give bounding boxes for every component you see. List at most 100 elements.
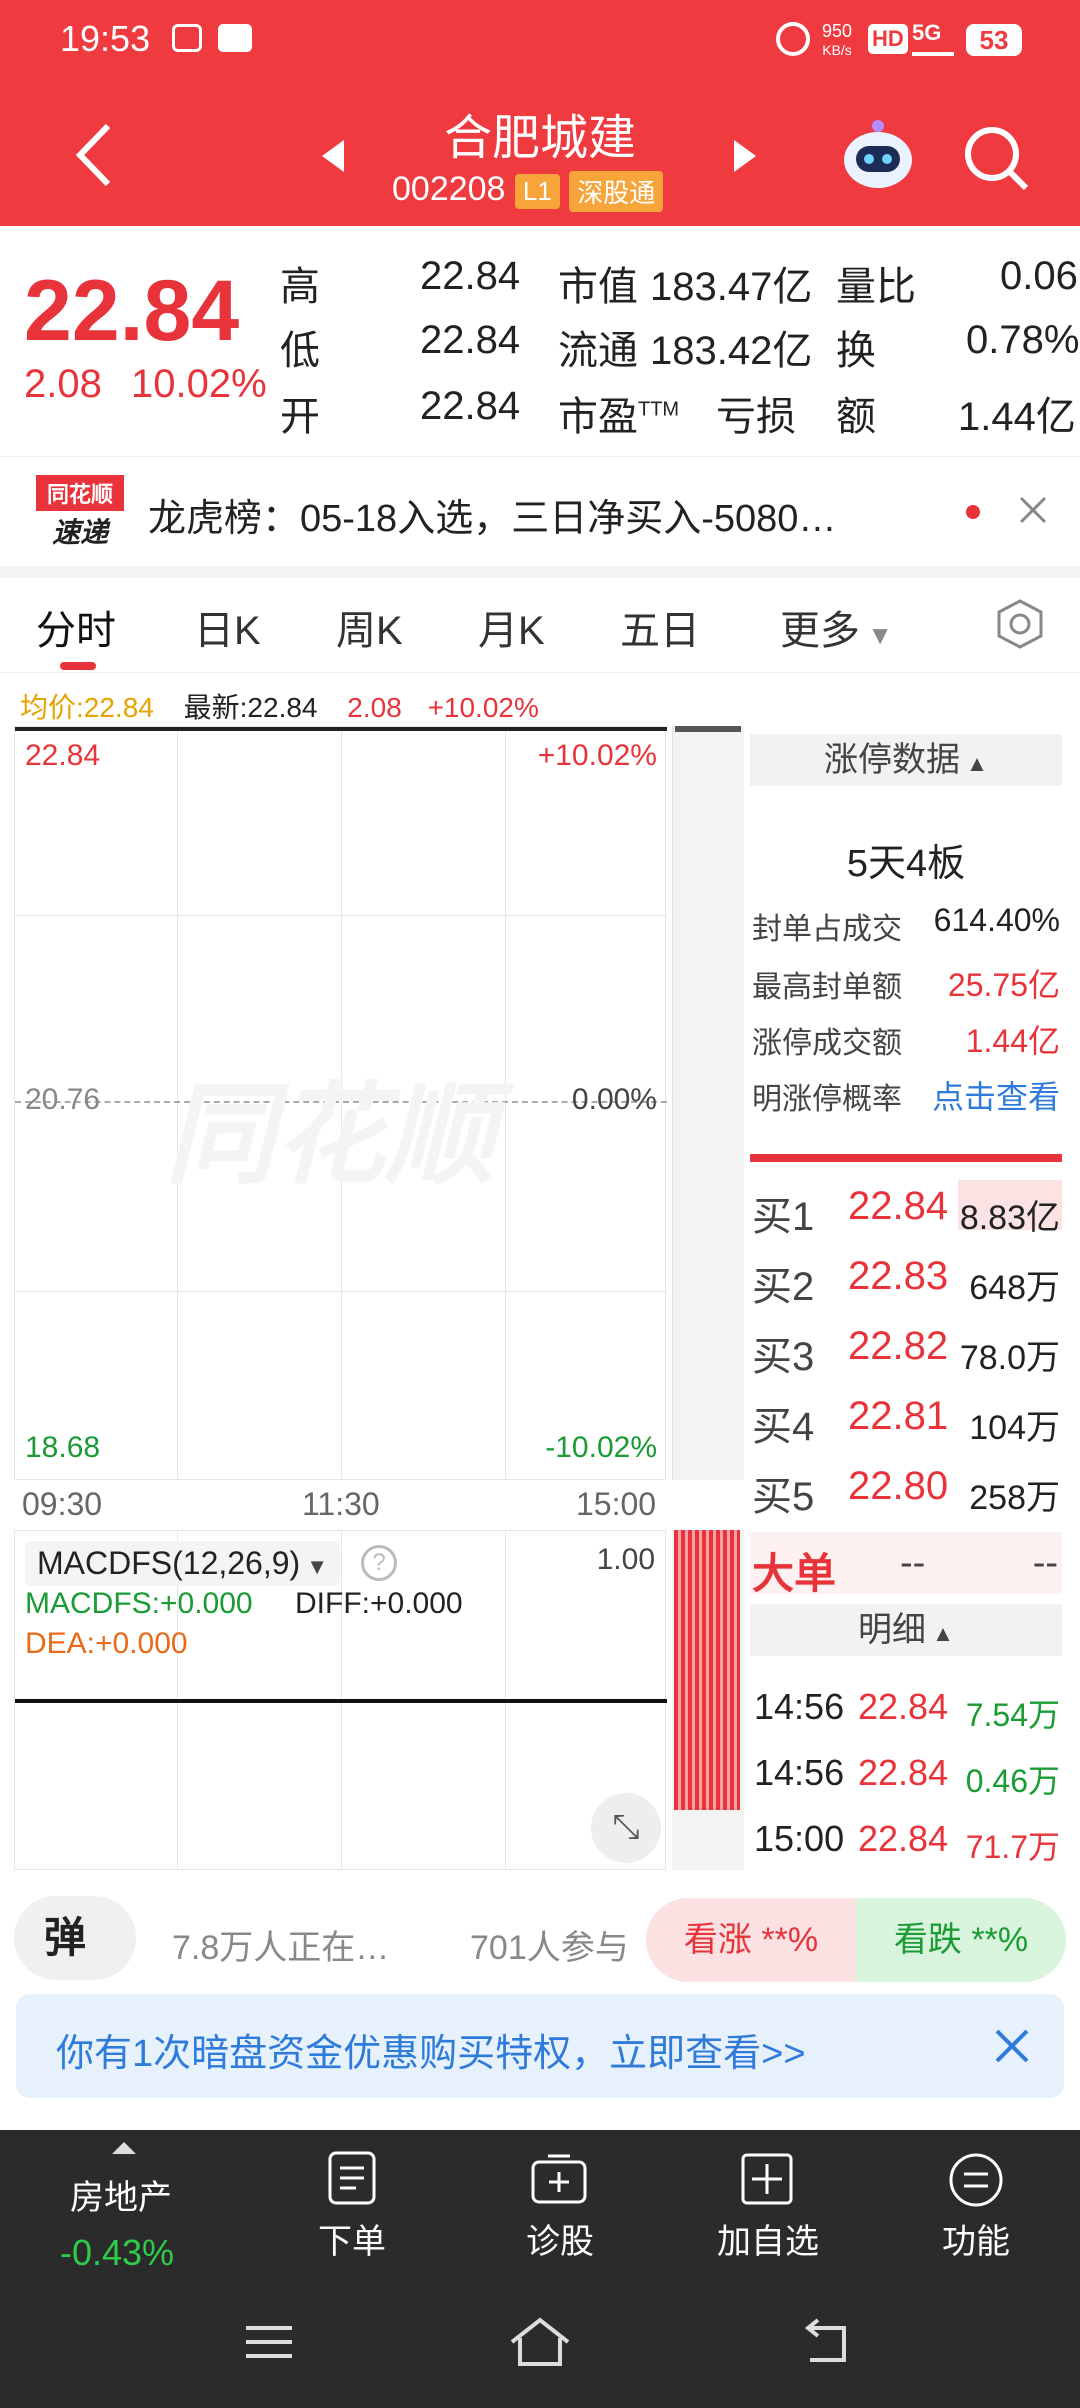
news-logo-top: 同花顺 bbox=[36, 475, 124, 511]
vote-up-button[interactable]: 看涨 **% bbox=[646, 1898, 856, 1982]
bid-price: 22.83 bbox=[848, 1254, 949, 1298]
trade-time: 14:56 bbox=[754, 1686, 845, 1727]
tab-five-day[interactable]: 五日 bbox=[620, 598, 700, 656]
back-nav-icon[interactable] bbox=[800, 2318, 852, 2366]
view-probability-link[interactable]: 点击查看 bbox=[932, 1072, 1060, 1118]
bid-price: 22.80 bbox=[848, 1464, 949, 1508]
axis-top-price: 22.84 bbox=[25, 739, 101, 772]
trade-volume: 7.54万 bbox=[965, 1697, 1060, 1733]
big-order-row: 大单 -- -- bbox=[750, 1532, 1062, 1597]
nav-diagnose[interactable]: 诊股 bbox=[498, 2214, 622, 2263]
connect-badge: 深股通 bbox=[569, 170, 664, 212]
latest-price-label: 最新:22.84 bbox=[183, 692, 318, 723]
dea-value: DEA:+0.000 bbox=[25, 1627, 188, 1660]
close-icon[interactable] bbox=[1018, 495, 1048, 525]
viewers-count: 7.8万人正在… bbox=[172, 1929, 390, 1967]
macdfs-value: MACDFS:+0.000 bbox=[25, 1587, 253, 1620]
limit-title: 涨停数据 bbox=[824, 741, 961, 779]
signal-icon bbox=[912, 42, 954, 56]
float-value: 183.42亿 bbox=[650, 329, 813, 373]
vote-down-button[interactable]: 看跌 **% bbox=[856, 1898, 1066, 1982]
big-order-label: 大单 bbox=[752, 1550, 837, 1597]
news-logo-bottom: 速递 bbox=[51, 517, 108, 548]
amount-label: 额 bbox=[836, 395, 876, 439]
trade-volume: 0.46万 bbox=[965, 1763, 1060, 1799]
bid-label: 买5 bbox=[752, 1475, 815, 1519]
limit-row-label: 明涨停概率 bbox=[752, 1083, 902, 1116]
help-icon[interactable]: ? bbox=[361, 1545, 397, 1581]
axis-top-pct: +10.02% bbox=[537, 739, 657, 772]
nav-function[interactable]: 功能 bbox=[914, 2214, 1038, 2263]
expand-icon[interactable]: ⤡ bbox=[591, 1793, 661, 1863]
tab-intraday[interactable]: 分时 bbox=[36, 598, 116, 656]
bid-volume: 258万 bbox=[969, 1479, 1060, 1517]
search-icon[interactable] bbox=[962, 124, 1032, 194]
bid-price: 22.82 bbox=[848, 1324, 949, 1368]
nav-order[interactable]: 下单 bbox=[290, 2214, 414, 2263]
sector-change: -0.43% bbox=[60, 2232, 175, 2273]
price-change: 2.08 bbox=[24, 362, 102, 406]
home-icon[interactable] bbox=[508, 2316, 572, 2368]
pe-label-text: 市盈 bbox=[558, 395, 638, 439]
bid-volume: 78.0万 bbox=[959, 1339, 1060, 1377]
chart-change: 2.08 bbox=[347, 692, 402, 723]
open-value: 22.84 bbox=[420, 384, 521, 428]
news-text: 龙虎榜：05-18入选，三日净买入-5080… bbox=[148, 498, 837, 540]
bid-volume: 104万 bbox=[969, 1409, 1060, 1447]
macd-selector[interactable]: MACDFS(12,26,9) ▼ bbox=[25, 1541, 341, 1586]
order-icon bbox=[328, 2151, 376, 2205]
add-watchlist-icon bbox=[741, 2153, 793, 2205]
volume-side-strip bbox=[672, 726, 744, 1480]
chevron-up-icon bbox=[112, 2142, 136, 2154]
diff-value: DIFF:+0.000 bbox=[295, 1587, 463, 1620]
nav-add-watchlist[interactable]: 加自选 bbox=[700, 2214, 836, 2263]
limit-data-header[interactable]: 涨停数据 ▲ bbox=[750, 734, 1062, 786]
diagnose-icon bbox=[531, 2154, 587, 2204]
chevron-down-icon: ▼ bbox=[860, 620, 893, 650]
detail-header[interactable]: 明细 ▲ bbox=[750, 1604, 1062, 1656]
axis-bottom-price: 18.68 bbox=[25, 1431, 101, 1464]
volume-bar bbox=[675, 726, 741, 732]
limit-row-value: 25.75亿 bbox=[947, 967, 1060, 1003]
trade-price: 22.84 bbox=[858, 1752, 949, 1793]
tab-daily-k[interactable]: 日K bbox=[194, 598, 261, 656]
chevron-up-icon: ▲ bbox=[960, 751, 988, 776]
menu-icon[interactable] bbox=[244, 2322, 294, 2362]
bid-price: 22.81 bbox=[848, 1394, 949, 1438]
divider bbox=[0, 672, 1080, 673]
close-icon[interactable] bbox=[994, 2028, 1030, 2064]
tab-weekly-k[interactable]: 周K bbox=[336, 598, 403, 656]
low-label: 低 bbox=[280, 329, 320, 373]
limit-row-value: 1.44亿 bbox=[965, 1023, 1060, 1059]
robot-assistant-icon[interactable] bbox=[838, 116, 918, 196]
sector-name[interactable]: 房地产 bbox=[70, 2170, 172, 2219]
limit-row-label: 涨停成交额 bbox=[752, 1027, 902, 1060]
promo-banner[interactable]: 你有1次暗盘资金优惠购买特权，立即查看>> bbox=[16, 1994, 1064, 2098]
bid-volume: 8.83亿 bbox=[959, 1199, 1060, 1237]
price-line-svg bbox=[15, 727, 667, 731]
bid-label: 买4 bbox=[752, 1405, 815, 1449]
settings-hex-icon[interactable] bbox=[994, 598, 1046, 650]
current-price: 22.84 bbox=[24, 263, 240, 359]
tab-monthly-k[interactable]: 月K bbox=[478, 598, 545, 656]
bid-label: 买2 bbox=[752, 1265, 815, 1309]
trade-time: 15:00 bbox=[754, 1818, 845, 1859]
limit-row-value: 614.40% bbox=[933, 902, 1060, 938]
danmu-button[interactable]: 弹 bbox=[14, 1896, 136, 1980]
axis-mid-price: 20.76 bbox=[25, 1083, 101, 1116]
tab-more[interactable]: 更多 ▼ bbox=[780, 598, 893, 656]
news-bar[interactable]: 同花顺 速递 龙虎榜：05-18入选，三日净买入-5080… bbox=[0, 456, 1080, 566]
high-label: 高 bbox=[280, 265, 320, 309]
bid-volume: 648万 bbox=[969, 1269, 1060, 1307]
alarm-icon bbox=[776, 22, 810, 56]
divider bbox=[0, 566, 1080, 578]
app-notify-icon bbox=[172, 24, 202, 52]
net-speed-unit: KB/s bbox=[822, 42, 852, 58]
tab-more-label: 更多 bbox=[780, 609, 860, 653]
news-app-icon bbox=[218, 24, 252, 52]
next-stock-icon[interactable] bbox=[730, 136, 760, 176]
news-unread-dot bbox=[966, 505, 980, 519]
intraday-chart[interactable]: 同花顺 22.84 +10.02% 20.76 0.00% 18.68 -10.… bbox=[14, 726, 667, 1480]
bid-label: 买3 bbox=[752, 1335, 815, 1379]
bottom-nav: 房地产 -0.43% 下单 诊股 加自选 功能 bbox=[0, 2130, 1080, 2408]
